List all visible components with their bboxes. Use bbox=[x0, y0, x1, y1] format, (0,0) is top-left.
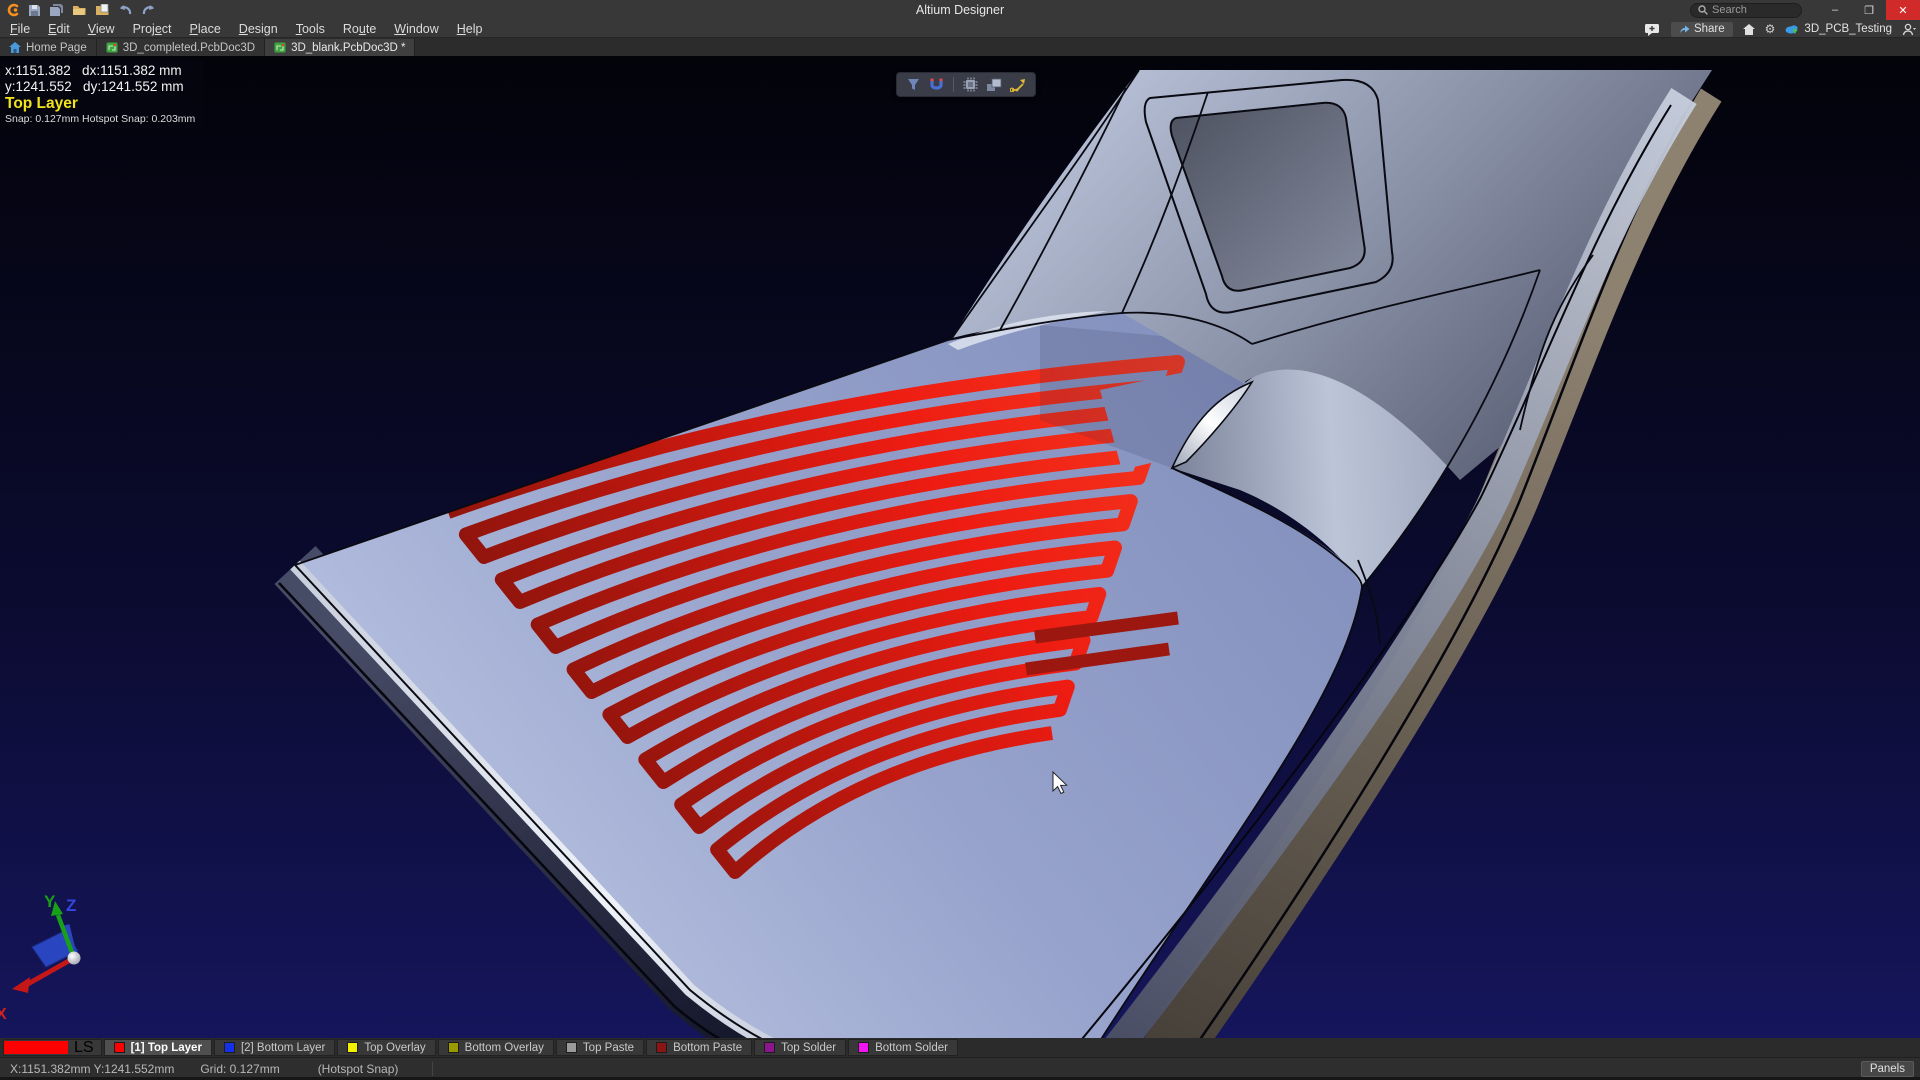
document-tab-bar: Home Page 3D_completed.PcbDoc3D 3D_blank… bbox=[0, 38, 1920, 56]
save-all-icon[interactable] bbox=[49, 4, 64, 17]
layer-tab-top-solder[interactable]: Top Solder bbox=[754, 1039, 846, 1056]
search-input[interactable]: Search bbox=[1690, 3, 1802, 18]
workspace-name: 3D_PCB_Testing bbox=[1804, 23, 1892, 35]
menu-file[interactable]: File bbox=[0, 20, 39, 38]
menu-tools[interactable]: Tools bbox=[287, 20, 334, 38]
pcb-3d-viewport[interactable] bbox=[0, 0, 1920, 1080]
redo-icon[interactable] bbox=[141, 4, 156, 16]
tab-label: 3D_completed.PcbDoc3D bbox=[123, 42, 255, 54]
hud-cursor-x: x:1151.382 dx:1151.382 mm bbox=[5, 63, 195, 79]
comment-icon[interactable] bbox=[1644, 23, 1661, 36]
undo-icon[interactable] bbox=[118, 4, 133, 16]
menu-route[interactable]: Route bbox=[334, 20, 385, 38]
window-title: Altium Designer bbox=[0, 3, 1920, 17]
gear-icon[interactable]: ⚙ bbox=[1765, 22, 1776, 36]
status-separator bbox=[432, 1062, 433, 1076]
tab-label: Home Page bbox=[26, 42, 87, 54]
close-button[interactable]: ✕ bbox=[1886, 0, 1920, 20]
share-label: Share bbox=[1694, 23, 1725, 35]
layer-tab-label: Top Solder bbox=[781, 1042, 836, 1054]
gizmo-x-arrowhead bbox=[12, 977, 30, 993]
layer-tab-label: [1] Top Layer bbox=[131, 1042, 202, 1054]
layer-color-swatch bbox=[566, 1042, 577, 1053]
share-button[interactable]: Share bbox=[1671, 22, 1733, 37]
gizmo-x-label: X bbox=[0, 1006, 7, 1024]
tab-label: 3D_blank.PcbDoc3D * bbox=[291, 42, 405, 54]
hud-active-layer: Top Layer bbox=[5, 95, 195, 113]
layer-color-swatch bbox=[114, 1042, 125, 1053]
cloud-icon bbox=[1785, 24, 1800, 34]
status-grid: Grid: 0.127mm bbox=[200, 1062, 279, 1076]
layer-set-label: LS bbox=[74, 1039, 94, 1057]
gizmo-origin bbox=[68, 952, 81, 965]
menu-edit[interactable]: Edit bbox=[39, 20, 79, 38]
layer-color-swatch bbox=[858, 1042, 869, 1053]
menu-help[interactable]: Help bbox=[448, 20, 492, 38]
layer-tab-label: Bottom Overlay bbox=[465, 1042, 544, 1054]
home-icon[interactable] bbox=[1743, 24, 1755, 35]
layer-tab-top-paste[interactable]: Top Paste bbox=[556, 1039, 644, 1056]
orientation-gizmo[interactable]: Y Z bbox=[8, 885, 148, 1025]
status-position: X:1151.382mm Y:1241.552mm bbox=[10, 1062, 174, 1076]
menu-window[interactable]: Window bbox=[385, 20, 447, 38]
menu-view[interactable]: View bbox=[79, 20, 124, 38]
workspace-selector[interactable]: 3D_PCB_Testing bbox=[1785, 23, 1892, 35]
search-placeholder: Search bbox=[1712, 4, 1747, 16]
layer-tab-label: Top Paste bbox=[583, 1042, 634, 1054]
user-icon[interactable] bbox=[1902, 23, 1916, 36]
heads-up-display: x:1151.382 dx:1151.382 mm y:1241.552 dy:… bbox=[0, 60, 203, 128]
tab-3d-completed[interactable]: 3D_completed.PcbDoc3D bbox=[97, 39, 265, 56]
toolbar-separator bbox=[953, 77, 954, 92]
gizmo-z-label: Z bbox=[66, 896, 76, 915]
restore-button[interactable]: ❐ bbox=[1852, 0, 1886, 20]
save-icon[interactable] bbox=[28, 4, 41, 17]
menu-design[interactable]: Design bbox=[230, 20, 287, 38]
share-icon bbox=[1679, 24, 1690, 34]
magnet-icon[interactable] bbox=[929, 77, 945, 92]
layer-set-selector[interactable]: LS bbox=[3, 1039, 102, 1056]
layer-color-swatch bbox=[656, 1042, 667, 1053]
layer-tab-top-overlay[interactable]: Top Overlay bbox=[337, 1039, 435, 1056]
component-icon[interactable] bbox=[963, 77, 978, 92]
layer-set-swatch bbox=[4, 1041, 68, 1054]
layer-tab-bottom-overlay[interactable]: Bottom Overlay bbox=[438, 1039, 554, 1056]
tab-home-page[interactable]: Home Page bbox=[0, 39, 97, 56]
layer-tab-bar: LS [1] Top Layer [2] Bottom Layer Top Ov… bbox=[0, 1038, 1920, 1057]
layer-color-swatch bbox=[347, 1042, 358, 1053]
status-bar: X:1151.382mm Y:1241.552mm Grid: 0.127mm … bbox=[0, 1057, 1920, 1080]
layer-tab-bottom-layer[interactable]: [2] Bottom Layer bbox=[214, 1039, 335, 1056]
menu-place[interactable]: Place bbox=[181, 20, 230, 38]
layer-tab-top-layer[interactable]: [1] Top Layer bbox=[104, 1039, 212, 1056]
home-tab-icon bbox=[9, 42, 21, 53]
title-bar: Altium Designer Search – ❐ ✕ bbox=[0, 0, 1920, 20]
search-icon bbox=[1698, 5, 1708, 15]
layer-tab-label: Top Overlay bbox=[364, 1042, 425, 1054]
status-snap-mode: (Hotspot Snap) bbox=[318, 1062, 399, 1076]
gizmo-y-label: Y bbox=[44, 892, 56, 911]
layer-color-swatch bbox=[448, 1042, 459, 1053]
layer-color-swatch bbox=[224, 1042, 235, 1053]
layer-tab-bottom-paste[interactable]: Bottom Paste bbox=[646, 1039, 752, 1056]
hud-cursor-y: y:1241.552 dy:1241.552 mm bbox=[5, 79, 195, 95]
minimize-button[interactable]: – bbox=[1818, 0, 1852, 20]
altium-logo-icon bbox=[6, 3, 20, 17]
filter-icon[interactable] bbox=[906, 77, 921, 92]
panels-button[interactable]: Panels bbox=[1861, 1061, 1914, 1077]
layer-tab-label: Bottom Solder bbox=[875, 1042, 948, 1054]
layer-tab-label: Bottom Paste bbox=[673, 1042, 742, 1054]
menu-bar: File Edit View Project Place Design Tool… bbox=[0, 20, 1920, 38]
layer-tab-label: [2] Bottom Layer bbox=[241, 1042, 325, 1054]
tab-3d-blank[interactable]: 3D_blank.PcbDoc3D * bbox=[265, 39, 415, 56]
open-folder-icon[interactable] bbox=[72, 4, 87, 16]
hud-snap-info: Snap: 0.127mm Hotspot Snap: 0.203mm bbox=[5, 113, 195, 125]
pcb-doc-icon bbox=[106, 42, 118, 53]
open-document-icon[interactable] bbox=[95, 4, 110, 16]
pcb-doc-icon bbox=[274, 42, 286, 53]
layer-tab-bottom-solder[interactable]: Bottom Solder bbox=[848, 1039, 958, 1056]
menu-project[interactable]: Project bbox=[124, 20, 181, 38]
viewport-toolbar bbox=[896, 72, 1036, 97]
layer-color-swatch bbox=[764, 1042, 775, 1053]
route-icon[interactable] bbox=[1010, 77, 1026, 92]
layers-icon[interactable] bbox=[986, 78, 1002, 92]
